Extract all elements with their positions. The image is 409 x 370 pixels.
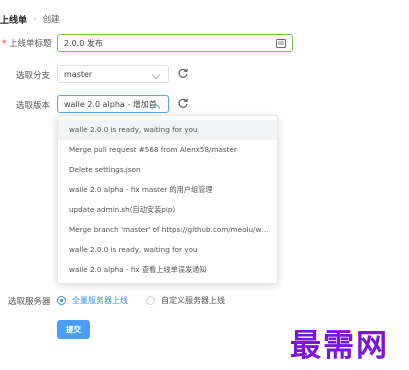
radio-full-servers[interactable]: 全量服务器上线	[57, 295, 128, 306]
branch-select[interactable]: master	[57, 65, 169, 83]
dropdown-item[interactable]: walle 2.0.0 is ready, waiting for you	[58, 120, 277, 140]
radio-label: 全量服务器上线	[72, 296, 128, 305]
breadcrumb-current: 创建	[42, 15, 60, 25]
refresh-icon[interactable]	[177, 67, 189, 79]
dropdown-item[interactable]: Merge branch 'master' of https://github.…	[58, 220, 277, 240]
radio-custom-servers[interactable]: 自定义服务器上线	[146, 295, 225, 306]
dropdown-item[interactable]: Delete settings.json	[58, 160, 277, 180]
chevron-up-icon	[151, 103, 161, 113]
title-label-text: 上线单标题	[8, 39, 52, 49]
dropdown-item[interactable]: walle 2.0 alpha - fix 查看上线单误发通知	[58, 260, 277, 280]
server-label: 选取服务器	[8, 297, 51, 307]
title-input[interactable]: 2.0.0 发布	[57, 34, 293, 52]
breadcrumb: 上线单 › 创建	[0, 12, 60, 26]
version-dropdown: walle 2.0.0 is ready, waiting for you Me…	[57, 115, 278, 284]
refresh-icon[interactable]	[177, 97, 189, 109]
chevron-down-icon	[151, 70, 161, 80]
breadcrumb-separator: ›	[33, 14, 37, 24]
dropdown-item[interactable]: walle 2.0.0 is ready, waiting for you	[58, 240, 277, 260]
radio-button-checked[interactable]	[57, 296, 66, 305]
submit-button[interactable]: 提交	[57, 320, 90, 339]
title-input-value: 2.0.0 发布	[64, 38, 103, 48]
radio-label: 自定义服务器上线	[161, 296, 225, 305]
required-mark: *	[2, 39, 7, 49]
radio-button[interactable]	[146, 296, 155, 305]
branch-label: 选取分支	[16, 71, 51, 81]
watermark-logo: 最需网	[290, 328, 389, 364]
title-label: * 上线单标题	[2, 37, 51, 49]
dropdown-item[interactable]: update admin.sh(自动安装pip)	[58, 200, 277, 220]
version-select-value: walle 2.0 alpha - 增加首	[64, 99, 156, 109]
dropdown-item[interactable]: Merge pull request #568 from Alenx58/mas…	[58, 140, 277, 160]
keyboard-icon[interactable]	[276, 39, 286, 48]
version-select[interactable]: walle 2.0 alpha - 增加首	[57, 95, 169, 113]
version-label: 选取版本	[16, 101, 51, 111]
branch-select-value: master	[64, 69, 93, 79]
dropdown-item[interactable]: walle 2.0 alpha - fix master 的用户组管理	[58, 180, 277, 200]
breadcrumb-home[interactable]: 上线单	[0, 13, 27, 26]
